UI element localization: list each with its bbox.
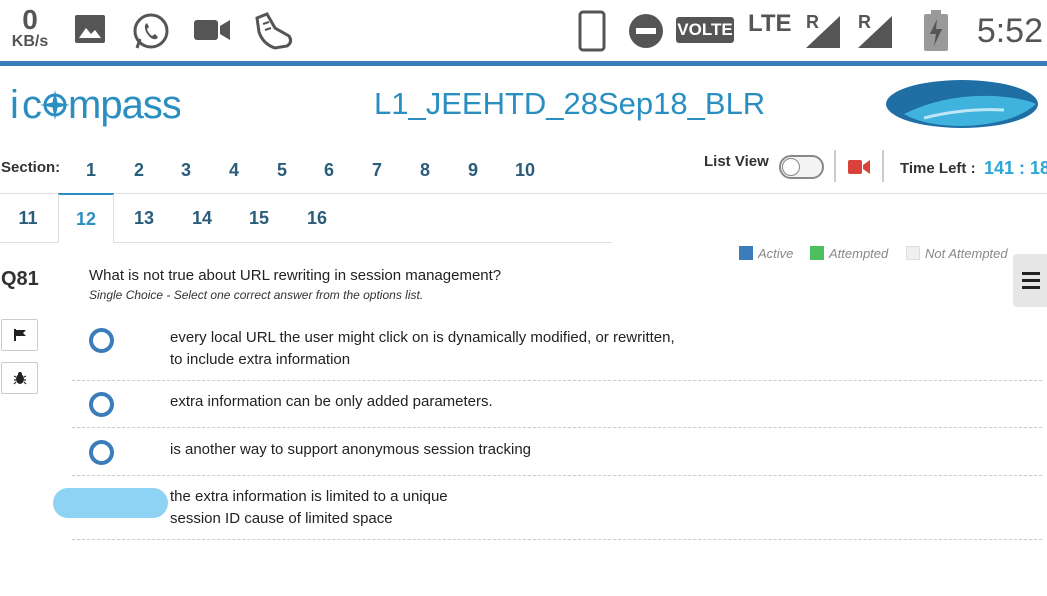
legend-swatch-not-attempted: [906, 246, 920, 260]
section-tab-9[interactable]: 9: [453, 160, 493, 181]
legend-active: Active: [739, 246, 793, 261]
volte-badge: VOLTE: [676, 17, 734, 43]
question-text: What is not true about URL rewriting in …: [89, 267, 502, 284]
vertical-separator: [882, 150, 884, 182]
option-radio-1[interactable]: [89, 328, 114, 353]
network-type-label: LTE: [748, 10, 792, 37]
option-line: every local URL the user might click on …: [170, 329, 675, 346]
option-line: to include extra information: [170, 351, 351, 368]
signal-icon: [804, 14, 842, 55]
section-tab-16[interactable]: 16: [297, 208, 337, 229]
section-tab-10[interactable]: 10: [505, 160, 545, 181]
data-speed-value: 0: [22, 4, 38, 35]
option-text-2[interactable]: extra information can be only added para…: [170, 391, 493, 413]
hamburger-icon: [1022, 286, 1040, 289]
list-view-label: List View: [704, 153, 769, 170]
video-camera-icon: [193, 16, 231, 49]
status-divider: [0, 61, 1047, 66]
battery-charging-icon: [923, 10, 949, 57]
phone-icon: [578, 10, 606, 57]
section-tab-2[interactable]: 2: [119, 160, 159, 181]
section-tab-13[interactable]: 13: [124, 208, 164, 229]
brand-logo: [884, 74, 1040, 135]
question-type-hint: Single Choice - Select one correct answe…: [89, 288, 424, 302]
question-number: Q81: [1, 268, 39, 290]
section-tab-12[interactable]: 12: [66, 209, 106, 230]
whatsapp-icon: [131, 12, 171, 57]
flag-question-button[interactable]: [1, 319, 38, 351]
list-view-toggle[interactable]: [779, 155, 824, 179]
section-tab-15[interactable]: 15: [239, 208, 279, 229]
legend-swatch-active: [739, 246, 753, 260]
time-left-value: 141 : 18: [984, 158, 1047, 178]
do-not-disturb-icon: [628, 13, 664, 54]
exam-title: L1_JEEHTD_28Sep18_BLR: [374, 86, 766, 121]
video-camera-icon[interactable]: [848, 159, 870, 180]
legend-active-label: Active: [758, 246, 794, 261]
time-left-label: Time Left :: [900, 160, 976, 177]
section-tab-11[interactable]: 11: [8, 208, 48, 229]
data-speed-indicator: 0 KB/s: [8, 6, 52, 50]
question-menu-button[interactable]: [1013, 254, 1047, 307]
section-tab-3[interactable]: 3: [166, 160, 206, 181]
report-bug-button[interactable]: [1, 362, 38, 394]
option-separator: [72, 475, 1042, 476]
option-radio-3[interactable]: [89, 440, 114, 465]
section-tab-7[interactable]: 7: [357, 160, 397, 181]
option-separator: [72, 539, 1042, 540]
fitness-shoe-icon: [253, 10, 295, 57]
option-text-1[interactable]: every local URL the user might click on …: [170, 327, 675, 371]
svg-text:i: i: [10, 83, 18, 127]
gallery-icon: [73, 12, 107, 51]
legend-not-attempted: Not Attempted: [906, 246, 1008, 261]
option-radio-2[interactable]: [89, 392, 114, 417]
option-line: extra information can be only added para…: [170, 393, 493, 410]
option-line: session ID cause of limited space: [170, 510, 393, 527]
option-text-4[interactable]: the extra information is limited to a un…: [170, 486, 448, 530]
status-clock: 5:52: [976, 12, 1043, 50]
signal-icon: [856, 14, 894, 55]
data-speed-unit: KB/s: [11, 33, 49, 50]
section-tab-6[interactable]: 6: [309, 160, 349, 181]
flag-icon: [14, 329, 26, 341]
section-tab-4[interactable]: 4: [214, 160, 254, 181]
section-tab-8[interactable]: 8: [405, 160, 445, 181]
legend-attempted-label: Attempted: [829, 246, 889, 261]
svg-text:mpass: mpass: [68, 83, 180, 127]
redaction-mark: [53, 488, 168, 518]
section-label: Section:: [1, 159, 61, 176]
svg-text:c: c: [22, 83, 41, 127]
toggle-knob: [782, 158, 800, 176]
status-bar: 0 KB/s VOLTE LTE R R 5:52: [0, 0, 1047, 66]
vertical-separator: [834, 150, 836, 182]
section-tab-14[interactable]: 14: [182, 208, 222, 229]
option-text-3[interactable]: is another way to support anonymous sess…: [170, 439, 531, 461]
legend-not-attempted-label: Not Attempted: [925, 246, 1008, 261]
section-tab-1[interactable]: 1: [71, 160, 111, 181]
legend-swatch-attempted: [810, 246, 824, 260]
option-separator: [72, 380, 1042, 381]
bug-icon: [13, 372, 27, 385]
legend-attempted: Attempted: [810, 246, 888, 261]
icompass-logo: i c mpass: [10, 80, 182, 142]
hamburger-icon: [1022, 279, 1040, 282]
controls-divider: [612, 193, 1047, 194]
option-separator: [72, 427, 1042, 428]
section-tab-5[interactable]: 5: [262, 160, 302, 181]
option-line: is another way to support anonymous sess…: [170, 441, 532, 458]
option-line: the extra information is limited to a un…: [170, 488, 448, 505]
hamburger-icon: [1022, 272, 1040, 275]
